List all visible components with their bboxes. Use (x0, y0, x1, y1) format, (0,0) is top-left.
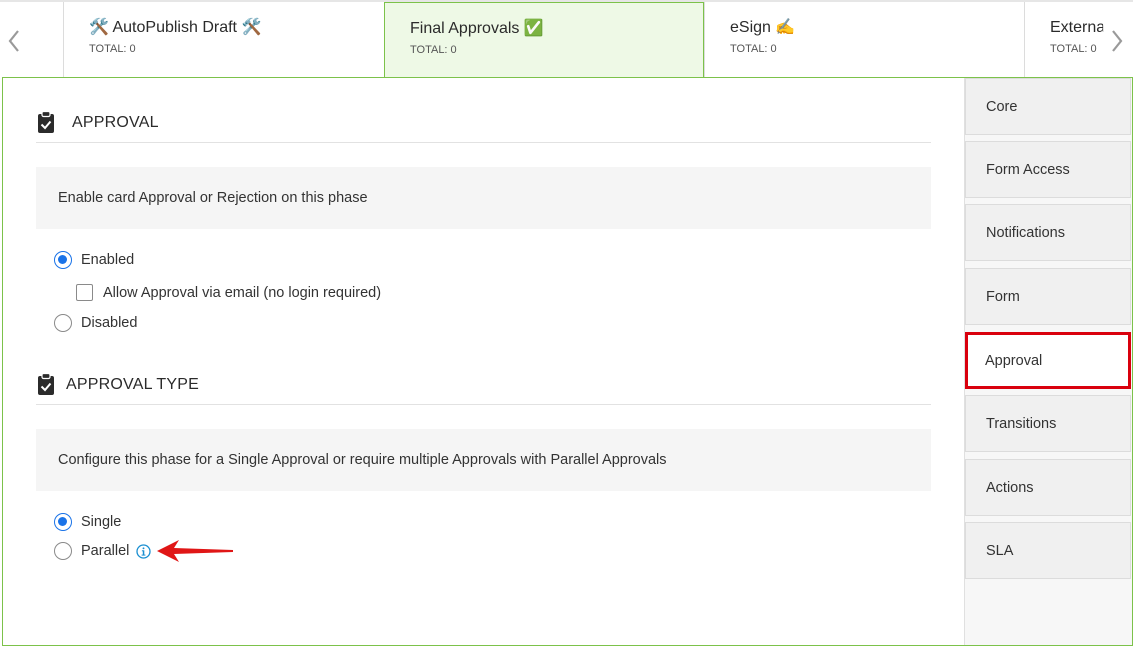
phase-tab-strip: 🛠️ AutoPublish Draft 🛠️ TOTAL: 0 Final Ap… (0, 0, 1133, 79)
approval-section-header: APPROVAL (36, 103, 931, 143)
sidebar-item-label: Approval (985, 352, 1043, 369)
approval-type-parallel-label: Parallel (81, 543, 130, 559)
sidebar-item-label: SLA (986, 542, 1014, 559)
approval-disabled-option[interactable]: Disabled (54, 314, 137, 332)
phase-tab-total-label: TOTAL: (89, 43, 127, 55)
sidebar-item-label: Transitions (986, 415, 1057, 432)
email-approval-label: Allow Approval via email (no login requi… (103, 284, 382, 301)
approval-enabled-option[interactable]: Enabled (54, 251, 134, 269)
email-approval-checkbox[interactable] (76, 284, 93, 301)
sidebar-item-label: Form Access (986, 161, 1070, 178)
sidebar-item-transitions[interactable]: Transitions (965, 395, 1131, 452)
phase-tab-external-sig[interactable]: External Sig TOTAL:0 (1024, 2, 1104, 79)
approval-type-section-header: APPROVAL TYPE (36, 365, 931, 405)
phase-tab-autopublish-draft[interactable]: 🛠️ AutoPublish Draft 🛠️ TOTAL: 0 (63, 2, 384, 79)
approval-description: Enable card Approval or Rejection on thi… (36, 167, 931, 229)
phase-tab-total-value: 0 (450, 44, 457, 56)
phase-tab-total-value: 0 (770, 43, 777, 55)
approval-type-description: Configure this phase for a Single Approv… (36, 429, 931, 491)
phase-tab-title: External Sig (1050, 19, 1104, 36)
sidebar-item-notifications[interactable]: Notifications (965, 204, 1131, 261)
chevron-left-icon (8, 30, 19, 52)
phase-tab-total-value: 0 (129, 43, 136, 55)
phase-tab-total-label: TOTAL: (730, 43, 768, 55)
approval-disabled-radio[interactable] (54, 314, 72, 332)
approval-type-single-label: Single (81, 514, 122, 530)
sidebar-item-form[interactable]: Form (965, 268, 1131, 325)
info-icon[interactable] (136, 543, 152, 559)
approval-type-parallel-radio[interactable] (54, 542, 72, 560)
workflow-phase-settings: 🛠️ AutoPublish Draft 🛠️ TOTAL: 0 Final Ap… (0, 0, 1133, 647)
settings-sidebar: Core Form Access Notifications Form Appr… (964, 78, 1132, 645)
approval-type-section-title: APPROVAL TYPE (66, 375, 200, 393)
sidebar-item-label: Form (986, 288, 1020, 305)
approval-enabled-label: Enabled (81, 252, 135, 268)
phase-tab-title: Final Approvals ✅ (410, 20, 544, 37)
phase-tab-total-value: 0 (1090, 43, 1097, 55)
approval-type-single-option[interactable]: Single (54, 513, 121, 531)
approval-enabled-radio[interactable] (54, 251, 72, 269)
approval-section-title: APPROVAL (72, 113, 159, 131)
sidebar-item-core[interactable]: Core (965, 78, 1131, 135)
settings-content: APPROVAL Enable card Approval or Rejecti… (3, 78, 964, 645)
chevron-right-icon (1112, 30, 1123, 52)
phase-tab-total-label: TOTAL: (1050, 43, 1088, 55)
clipboard-check-icon (36, 111, 56, 135)
sidebar-item-label: Actions (986, 479, 1034, 496)
tabs-prev-button[interactable] (0, 4, 28, 78)
approval-disabled-label: Disabled (81, 315, 138, 331)
sidebar-item-label: Core (986, 98, 1018, 115)
tabs-next-button[interactable] (1103, 4, 1131, 78)
sidebar-item-sla[interactable]: SLA (965, 522, 1131, 579)
clipboard-check-icon (36, 373, 56, 397)
approval-type-parallel-option[interactable]: Parallel (54, 542, 152, 560)
sidebar-item-actions[interactable]: Actions (965, 459, 1131, 516)
sidebar-item-label: Notifications (986, 224, 1065, 241)
sidebar-item-form-access[interactable]: Form Access (965, 141, 1131, 198)
sidebar-item-approval[interactable]: Approval (965, 332, 1131, 389)
email-approval-option[interactable]: Allow Approval via email (no login requi… (76, 284, 381, 301)
phase-tab-esign[interactable]: eSign ✍️ TOTAL: 0 (704, 2, 1024, 79)
phase-tab-total-label: TOTAL: (410, 44, 448, 56)
approval-type-single-radio[interactable] (54, 513, 72, 531)
red-arrow-icon (157, 540, 233, 562)
phase-tab-title: eSign ✍️ (730, 19, 796, 36)
phase-tab-title: 🛠️ AutoPublish Draft 🛠️ (89, 19, 262, 36)
phase-settings-panel: APPROVAL Enable card Approval or Rejecti… (2, 77, 1133, 646)
phase-tab-final-approvals[interactable]: Final Approvals ✅ TOTAL: 0 (384, 2, 704, 79)
